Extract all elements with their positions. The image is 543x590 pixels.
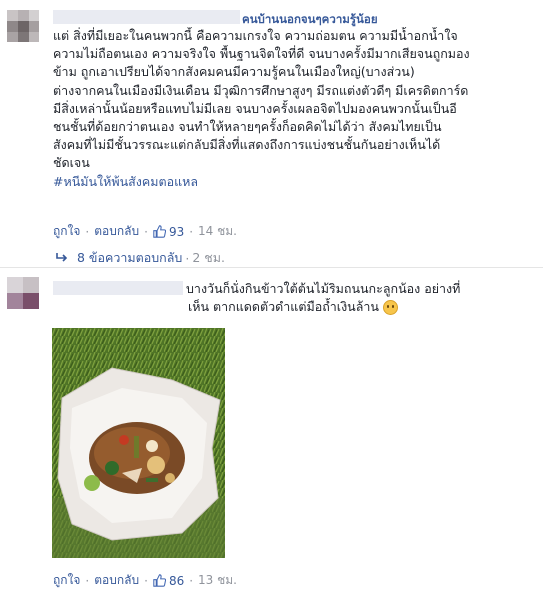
separator-dot: · — [85, 224, 90, 239]
like-button[interactable]: ถูกใจ — [53, 222, 80, 241]
comment-1-line: แต่ สิ่งที่มีเยอะในคนพวกนี้ คือความเกรงใ… — [53, 28, 458, 43]
separator-dot: · — [144, 224, 148, 239]
commenter-2-avatar[interactable] — [7, 277, 39, 309]
comment-2-line: เห็น ตากแดดตัวดำแต่มือถ้ำเงินล้าน — [188, 299, 379, 314]
comment-photo[interactable] — [52, 328, 225, 558]
like-count[interactable]: 86 — [169, 574, 184, 588]
hashtag-link[interactable]: #หนีมันให้พ้นสังคมตอแหล — [53, 173, 470, 191]
reply-button[interactable]: ตอบกลับ — [94, 222, 139, 241]
view-replies-link[interactable]: 8 ข้อความตอบกลับ · 2 ชม. — [55, 248, 225, 268]
comment-1-body: แต่ สิ่งที่มีเยอะในคนพวกนี้ คือความเกรงใ… — [53, 27, 470, 191]
comment-1-line: ต่างจากคนในเมืองมีเงินเดือน มีวุฒิการศึก… — [53, 82, 469, 98]
comment-1: คนบ้านนอกจนๆความรู้น้อย แต่ สิ่งที่มีเยอ… — [0, 0, 543, 270]
comment-1-actions: ถูกใจ · ตอบกลับ · 93 · 14 ชม. — [53, 222, 237, 241]
comment-2-body-line2: เห็น ตากแดดตัวดำแต่มือถ้ำเงินล้าน — [188, 298, 398, 316]
reply-arrow-icon — [56, 253, 68, 262]
grin-emoji-icon — [382, 299, 398, 315]
separator-dot: · — [144, 573, 148, 588]
commenter-2-name-redacted[interactable] — [53, 281, 183, 295]
comment-1-line: สังคมที่ไม่มีชั้นวรรณะแต่กลับมีสิ่งที่แส… — [53, 137, 441, 153]
separator-dot: · — [185, 250, 190, 266]
separator-dot: · — [189, 573, 194, 588]
replies-count-label[interactable]: 8 ข้อความตอบกลับ — [77, 248, 182, 268]
like-count[interactable]: 93 — [169, 225, 184, 239]
comment-1-line: ชัดเจน — [53, 155, 90, 171]
comment-1-line: มีสิ่งเหล่านั้นน้อยหรือแทบไม่มีเลย จนบาง… — [53, 100, 457, 116]
comment-1-line: ชนชั้นที่ด้อยกว่าตนเอง จนทำให้หลายๆครั้ง… — [53, 118, 442, 134]
comment-timestamp[interactable]: 14 ชม. — [198, 222, 237, 241]
like-thumb-icon[interactable] — [153, 225, 166, 238]
commenter-1-avatar[interactable] — [7, 10, 39, 42]
comment-timestamp[interactable]: 13 ชม. — [198, 571, 237, 590]
reply-button[interactable]: ตอบกลับ — [94, 571, 139, 590]
comment-2-actions: ถูกใจ · ตอบกลับ · 86 · 13 ชม. — [53, 571, 237, 590]
comment-1-line: ข้าม ถูกเอาเปรียบได้จากสังคมคนมีความรู้ค… — [53, 64, 415, 80]
comment-2-line-wrap: เห็น ตากแดดตัวดำแต่มือถ้ำเงินล้าน — [188, 298, 398, 316]
commenter-1-name-redacted[interactable] — [53, 10, 240, 24]
like-button[interactable]: ถูกใจ — [53, 571, 80, 590]
replies-timestamp: 2 ชม. — [192, 250, 225, 265]
comment-2-line: บางวันก็นั่งกินข้าวใต้ต้นไม้ริมถนนกะลูกน… — [186, 281, 461, 296]
food-on-grass-image — [52, 328, 225, 558]
comment-1-line: ความไม่ถือตนเอง ความจริงใจ พื้นฐานจิตใจท… — [53, 46, 470, 62]
comment-2-body: บางวันก็นั่งกินข้าวใต้ต้นไม้ริมถนนกะลูกน… — [186, 280, 460, 298]
separator-dot: · — [189, 224, 194, 239]
separator-dot: · — [85, 573, 90, 588]
like-thumb-icon[interactable] — [153, 574, 166, 587]
